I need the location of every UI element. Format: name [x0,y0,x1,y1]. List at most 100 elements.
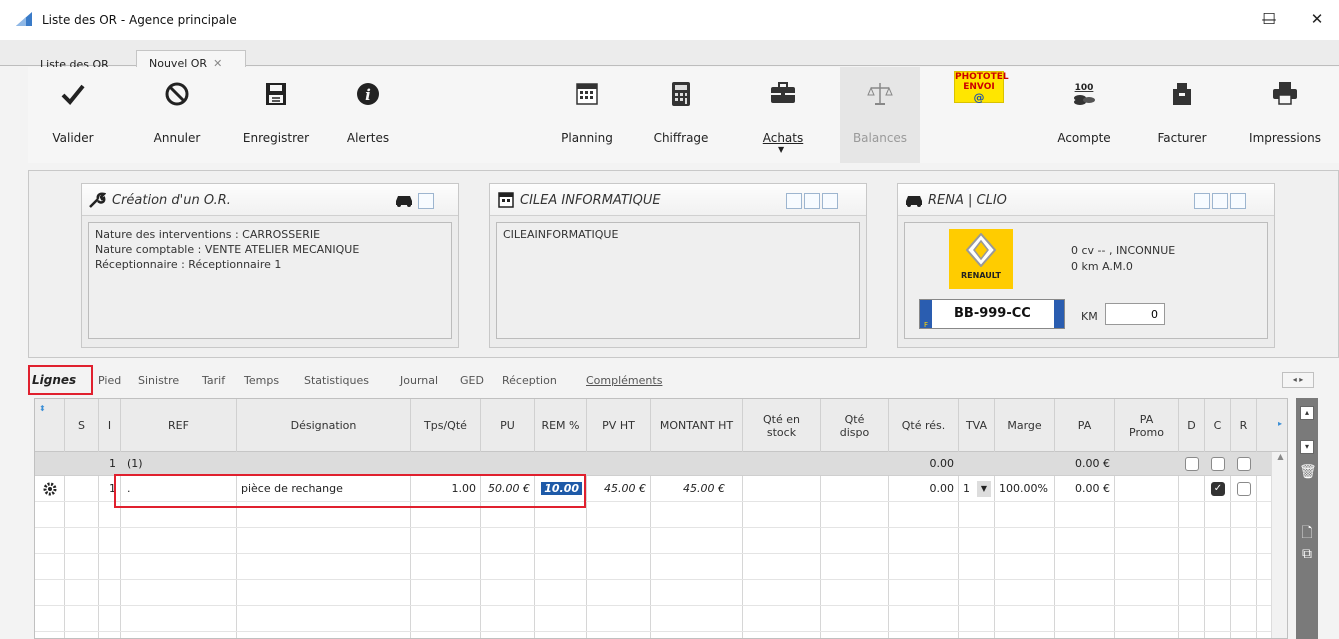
col-header-designation[interactable]: Désignation [237,399,411,452]
trash-icon[interactable]: 🗑 [1299,464,1317,482]
col-header-ref[interactable]: REF [121,399,237,452]
group-c-checkbox[interactable] [1211,457,1225,471]
table-row [35,581,1287,606]
checkmark-icon [61,84,85,105]
group-qte-res: 0.00 [929,457,955,470]
copy-line-icon[interactable]: ⧉ [1299,546,1315,564]
line-r-checkbox[interactable] [1237,482,1251,496]
col-header-i[interactable]: I [99,399,121,452]
plate-country-strip: F [920,300,932,329]
or-header-area: Création d'un O.R. Nature des interventi… [28,170,1339,358]
col-header-tps-qte[interactable]: Tps/Qté [411,399,481,452]
close-window-button[interactable]: ✕ [1304,8,1330,30]
move-down-icon[interactable]: ▾ [1300,440,1314,454]
tab-sinistre[interactable]: Sinistre [138,374,179,387]
table-row [35,529,1287,554]
line-c-checkbox[interactable]: ✓ [1211,482,1225,496]
calculator-icon [672,82,690,106]
info-icon: i [357,83,379,105]
grid-header: ⬍ S I REF Désignation Tps/Qté PU REM % P… [35,399,1287,452]
header-scroll-right-icon[interactable]: ▸ [1271,419,1287,428]
km-input[interactable] [1105,303,1165,325]
new-line-icon[interactable]: 🗋 [1299,522,1315,541]
tva-dropdown-icon[interactable]: ▼ [977,481,991,497]
planning-button[interactable]: Planning [552,67,622,163]
new-document-icon-2[interactable] [1194,193,1210,209]
tab-tarif[interactable]: Tarif [202,374,225,387]
alertes-label: Alertes [346,131,390,145]
col-header-pa[interactable]: PA [1055,399,1115,452]
car-icon[interactable] [394,193,414,207]
detail-tabs: Lignes Pied Sinistre Tarif Temps Statist… [28,366,1339,396]
col-header-pu[interactable]: PU [481,399,535,452]
col-header-c[interactable]: C [1205,399,1231,452]
line-pa: 0.00 € [1075,482,1110,495]
license-plate[interactable]: F BB-999-CC [919,299,1065,329]
grid-scrollbar[interactable]: ▲ [1271,452,1287,638]
group-d-checkbox[interactable] [1185,457,1199,471]
col-header-rem[interactable]: REM % [535,399,587,452]
col-header-d[interactable]: D [1179,399,1205,452]
annuler-button[interactable]: Annuler [144,67,210,163]
alertes-button[interactable]: i Alertes [338,67,398,163]
balances-button[interactable]: Balances [840,67,920,163]
col-header-qte-dispo[interactable]: Qté dispo [821,399,889,452]
toolbar: Valider Annuler Enregistrer i Alertes Pl… [28,67,1339,163]
filter-icon-2[interactable] [1230,193,1246,209]
col-header-tva[interactable]: TVA [959,399,995,452]
valider-button[interactable]: Valider [42,67,104,163]
col-header-r[interactable]: R [1231,399,1257,452]
tab-statistiques[interactable]: Statistiques [304,374,369,387]
vehicle-panel: RENA | CLIO RENAULT 0 cv -- , INCONNUE 0… [897,183,1275,348]
group-row[interactable]: 1 (1) 0.00 0.00 € [35,452,1287,476]
tab-reception[interactable]: Réception [502,374,557,387]
col-header-marge[interactable]: Marge [995,399,1055,452]
maximize-button[interactable]: ☐ [1256,8,1282,30]
col-header-montant-ht[interactable]: MONTANT HT [651,399,743,452]
facturer-button[interactable]: Facturer [1144,67,1220,163]
col-header-settings[interactable]: ⬍ [35,399,65,452]
phototel-envoi-button[interactable]: PHOTOTEL ENVOI @ [948,67,1010,163]
enregistrer-button[interactable]: Enregistrer [234,67,318,163]
nature-comptable: Nature comptable : VENTE ATELIER MECANIQ… [95,243,360,256]
achats-button[interactable]: Achats ▼ [740,67,826,163]
svg-text:i: i [365,86,371,104]
col-header-s[interactable]: S [65,399,99,452]
valider-label: Valider [52,131,94,145]
new-document-icon[interactable] [786,193,802,209]
renault-brand-text: RENAULT [961,271,1001,280]
tab-ged[interactable]: GED [460,374,484,387]
col-header-pa-promo[interactable]: PA Promo [1115,399,1179,452]
col-header-pv-ht[interactable]: PV HT [587,399,651,452]
filter-icon[interactable] [822,193,838,209]
move-up-icon[interactable]: ▴ [1300,406,1314,420]
grid-side-toolbar: ▴ ▾ 🗑 🗋 ⧉ [1296,398,1318,639]
edit-list-icon-2[interactable] [804,193,820,209]
cancel-icon [165,82,189,106]
col-header-qte-stock[interactable]: Qté en stock [743,399,821,452]
chiffrage-button[interactable]: Chiffrage [644,67,718,163]
phototel-line1: PHOTOTEL [955,72,1009,82]
plate-right-strip [1054,300,1064,328]
title-bar: Liste des OR - Agence principale — ☐ ✕ [0,0,1339,40]
gear-icon[interactable] [43,482,57,496]
calendar-icon [576,83,598,105]
car-icon-2 [906,196,922,207]
tab-scroll-arrows[interactable]: ◂ ▸ [1282,372,1314,388]
tab-journal[interactable]: Journal [400,374,438,387]
impressions-button[interactable]: Impressions [1238,67,1332,163]
group-r-checkbox[interactable] [1237,457,1251,471]
tab-temps[interactable]: Temps [244,374,279,387]
line-tva[interactable]: 1 [963,477,977,501]
edit-list-icon[interactable] [418,193,434,209]
tab-complements[interactable]: Compléments [586,374,662,387]
table-row [35,555,1287,580]
tab-pied[interactable]: Pied [98,374,121,387]
col-header-qte-res[interactable]: Qté rés. [889,399,959,452]
acompte-button[interactable]: 100 Acompte [1048,67,1120,163]
achats-label: Achats [762,131,804,145]
or-creation-details: Nature des interventions : CARROSSERIE N… [88,222,452,339]
client-title: CILEA INFORMATIQUE [520,193,661,208]
minimize-button-2[interactable] [1212,8,1238,30]
edit-list-icon-3[interactable] [1212,193,1228,209]
